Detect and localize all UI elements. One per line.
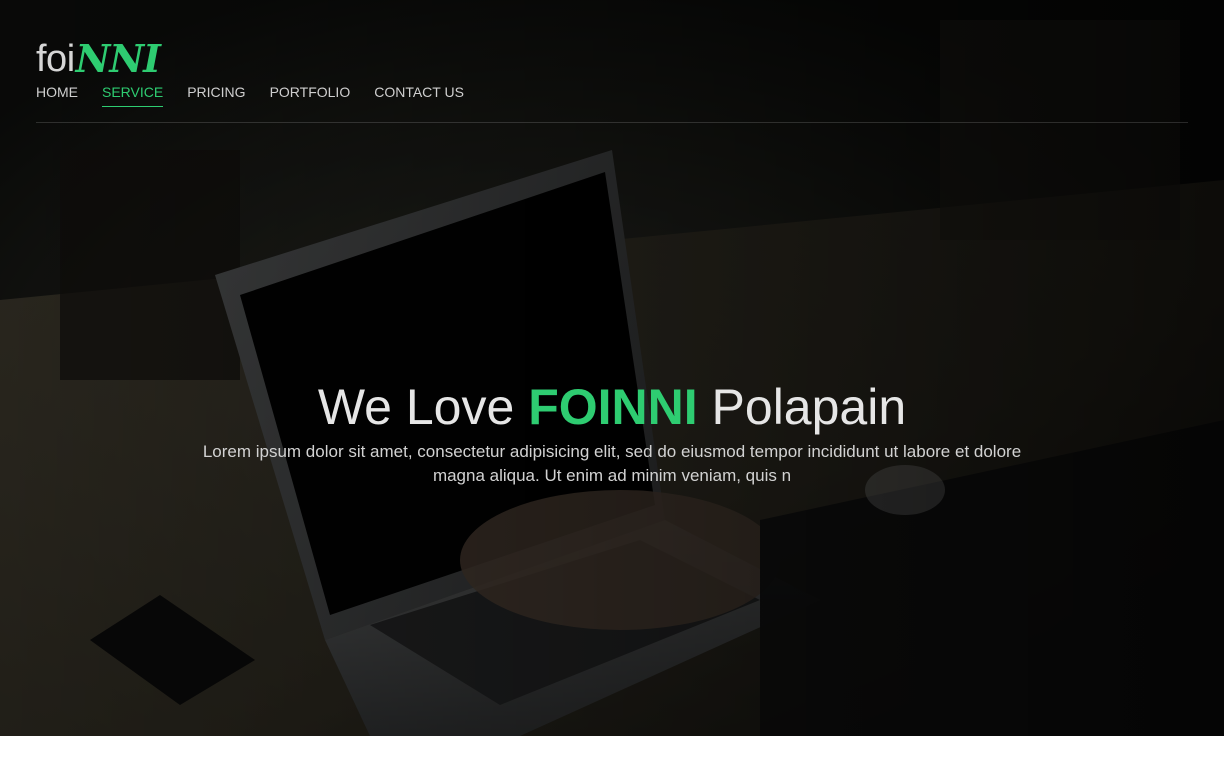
logo-text-foi: foi [36,38,75,80]
logo-text-nni: NNI [75,36,161,81]
nav-contact-us[interactable]: CONTACT US [374,82,464,107]
headline-pre: We Love [317,379,515,435]
headline-brand: FOINNI [528,379,698,435]
hero-subtext: Lorem ipsum dolor sit amet, consectetur … [202,442,1022,485]
hero-headline: We Love FOINNI Polapain [0,378,1224,436]
main-nav: HOME SERVICE PRICING PORTFOLIO CONTACT U… [36,82,488,107]
nav-pricing[interactable]: PRICING [187,82,245,107]
headline-post: Polapain [711,379,907,435]
nav-home[interactable]: HOME [36,82,78,107]
nav-service[interactable]: SERVICE [102,82,164,107]
nav-portfolio[interactable]: PORTFOLIO [270,82,351,107]
hero-section: foi NNI HOME SERVICE PRICING PORTFOLIO CO… [0,0,1224,736]
hero-background-image [0,0,1224,736]
header-divider [36,122,1188,123]
site-logo[interactable]: foi NNI [36,36,161,81]
